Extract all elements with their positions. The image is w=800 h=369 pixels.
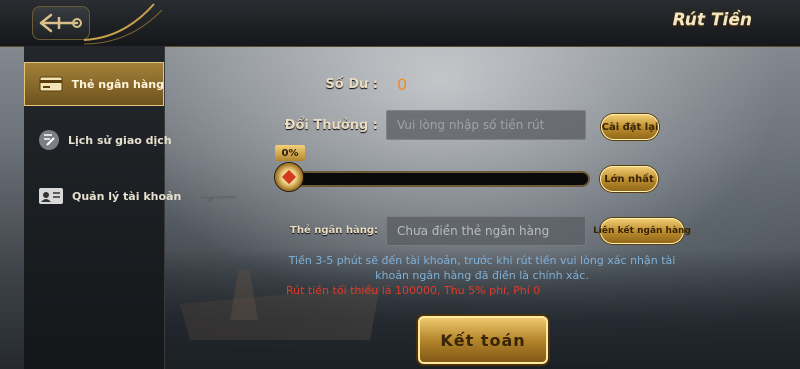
page-title: Rút Tiền bbox=[672, 10, 752, 30]
sidebar: Thẻ ngân hàng Lịch sử giao dịch Quản lý … bbox=[24, 46, 181, 369]
amount-slider-handle[interactable] bbox=[275, 163, 303, 191]
link-bank-button[interactable]: Liên kết ngân hàng bbox=[593, 218, 691, 244]
exchange-label: Đổi Thưởng : bbox=[284, 118, 378, 133]
history-icon bbox=[38, 130, 60, 150]
instruction-note: Tiền 3-5 phút sẽ đến tài khoản, trước kh… bbox=[282, 253, 682, 283]
amount-input[interactable]: Vui lòng nhập số tiền rút bbox=[386, 110, 586, 140]
slider-percent-badge: 0% bbox=[275, 145, 305, 161]
withdraw-screen: Rút Tiền Thẻ ngân hàng Lịch sử giao dịch… bbox=[0, 0, 800, 369]
balance-value: 0 bbox=[397, 75, 408, 94]
sidebar-item-account[interactable]: Quản lý tài khoản bbox=[24, 174, 181, 218]
anchor-back-icon bbox=[39, 13, 82, 33]
bank-card-icon bbox=[38, 74, 64, 94]
amount-slider-track[interactable] bbox=[290, 173, 588, 185]
reset-button[interactable]: Cài đặt lại bbox=[601, 114, 659, 140]
bank-card-field[interactable]: Chưa điền thẻ ngân hàng bbox=[386, 216, 586, 246]
sidebar-item-label: Thẻ ngân hàng bbox=[71, 77, 164, 91]
id-card-icon bbox=[38, 186, 64, 206]
instruction-line: Tiền 3-5 phút sẽ đến tài khoản, trước kh… bbox=[288, 254, 676, 267]
sidebar-item-label: Quản lý tài khoản bbox=[72, 189, 182, 203]
balance-label: Số Dư : bbox=[325, 77, 378, 92]
max-button[interactable]: Lớn nhất bbox=[600, 166, 658, 192]
sidebar-item-label: Lịch sử giao dịch bbox=[68, 133, 172, 147]
back-button[interactable] bbox=[32, 6, 90, 40]
instruction-line: khoản ngân hàng đã điền là chính xác. bbox=[375, 269, 589, 282]
submit-button[interactable]: Kết toán bbox=[418, 316, 548, 364]
header-ornament-icon bbox=[84, 3, 163, 45]
top-bar: Rút Tiền bbox=[0, 0, 800, 47]
fee-warning: Rút tiền tối thiểu là 100000, Thu 5% phí… bbox=[286, 284, 541, 297]
sidebar-item-history[interactable]: Lịch sử giao dịch bbox=[24, 118, 172, 162]
diamond-icon bbox=[281, 169, 297, 185]
bank-card-label: Thẻ ngân hàng: bbox=[290, 225, 378, 236]
sidebar-item-bank-card[interactable]: Thẻ ngân hàng bbox=[24, 62, 164, 106]
